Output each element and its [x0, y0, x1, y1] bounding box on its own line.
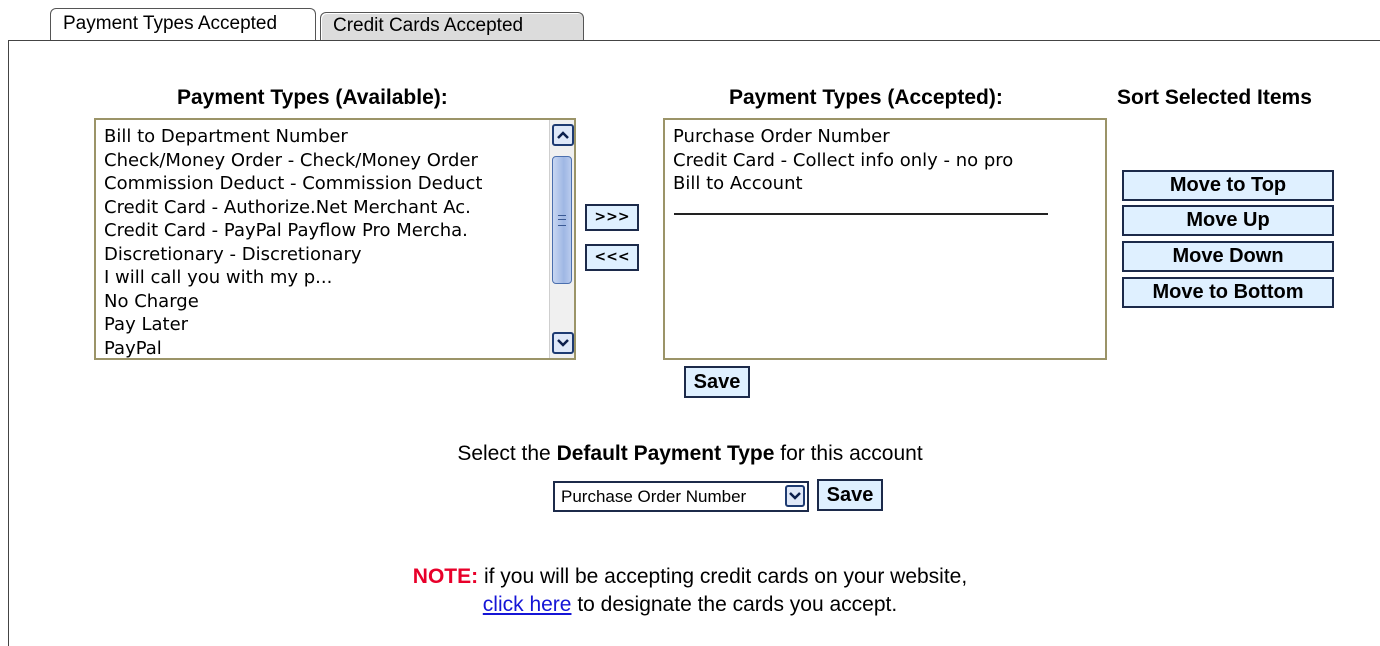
available-listbox[interactable]: Bill to Department Number Check/Money Or… — [94, 118, 576, 360]
chevron-down-icon[interactable] — [785, 485, 805, 507]
tab-credit-cards-accepted[interactable]: Credit Cards Accepted — [320, 12, 584, 40]
default-payment-select[interactable]: Purchase Order Number — [553, 481, 809, 512]
grip-icon — [558, 215, 566, 226]
accepted-heading: Payment Types (Accepted): — [729, 86, 1003, 109]
remove-payment-type-button[interactable]: <<< — [585, 244, 639, 271]
list-item[interactable]: Pay Later — [96, 313, 574, 337]
scroll-up-arrow-icon[interactable] — [552, 124, 574, 146]
list-item[interactable]: Discretionary - Discretionary — [96, 243, 574, 267]
note-line: NOTE: if you will be accepting credit ca… — [0, 565, 1380, 589]
list-item[interactable]: Credit Card - Collect info only - no pro — [665, 149, 1105, 173]
tab-payment-types-accepted[interactable]: Payment Types Accepted — [50, 8, 316, 40]
instruction-suffix: for this account — [774, 442, 923, 465]
list-item[interactable]: Check/Money Order - Check/Money Order — [96, 149, 574, 173]
accepted-listbox[interactable]: Purchase Order Number Credit Card - Coll… — [663, 118, 1107, 360]
list-item[interactable]: Bill to Account — [665, 172, 1105, 196]
list-separator — [674, 213, 1048, 215]
scroll-down-arrow-icon[interactable] — [552, 332, 574, 354]
default-payment-instruction: Select the Default Payment Type for this… — [0, 442, 1380, 466]
move-down-button[interactable]: Move Down — [1122, 241, 1334, 272]
list-item[interactable]: I will call you with my p... — [96, 266, 574, 290]
note-text: if you will be accepting credit cards on… — [478, 565, 968, 588]
sort-heading: Sort Selected Items — [1117, 86, 1312, 109]
list-item[interactable]: PayPal — [96, 337, 574, 359]
available-heading: Payment Types (Available): — [177, 86, 448, 109]
add-payment-type-button[interactable]: >>> — [585, 204, 639, 231]
save-default-button[interactable]: Save — [817, 479, 883, 511]
select-value: Purchase Order Number — [561, 487, 747, 506]
instruction-bold: Default Payment Type — [556, 442, 775, 465]
note-link-line: click here to designate the cards you ac… — [0, 593, 1380, 617]
move-to-top-button[interactable]: Move to Top — [1122, 170, 1334, 201]
click-here-link[interactable]: click here — [483, 593, 572, 616]
list-item[interactable]: Credit Card - Authorize.Net Merchant Ac. — [96, 196, 574, 220]
instruction-prefix: Select the — [457, 442, 557, 465]
note-label: NOTE: — [412, 565, 479, 588]
list-item[interactable]: No Charge — [96, 290, 574, 314]
list-item[interactable]: Purchase Order Number — [665, 125, 1105, 149]
scrollbar-thumb[interactable] — [552, 156, 572, 284]
list-item[interactable]: Credit Card - PayPal Payflow Pro Mercha. — [96, 219, 574, 243]
available-scrollbar[interactable] — [549, 120, 574, 358]
list-item[interactable]: Bill to Department Number — [96, 125, 574, 149]
note-after-link: to designate the cards you accept. — [571, 593, 898, 616]
list-item[interactable]: Commission Deduct - Commission Deduct — [96, 172, 574, 196]
move-to-bottom-button[interactable]: Move to Bottom — [1122, 277, 1334, 308]
save-accepted-button[interactable]: Save — [684, 366, 750, 398]
move-up-button[interactable]: Move Up — [1122, 205, 1334, 236]
